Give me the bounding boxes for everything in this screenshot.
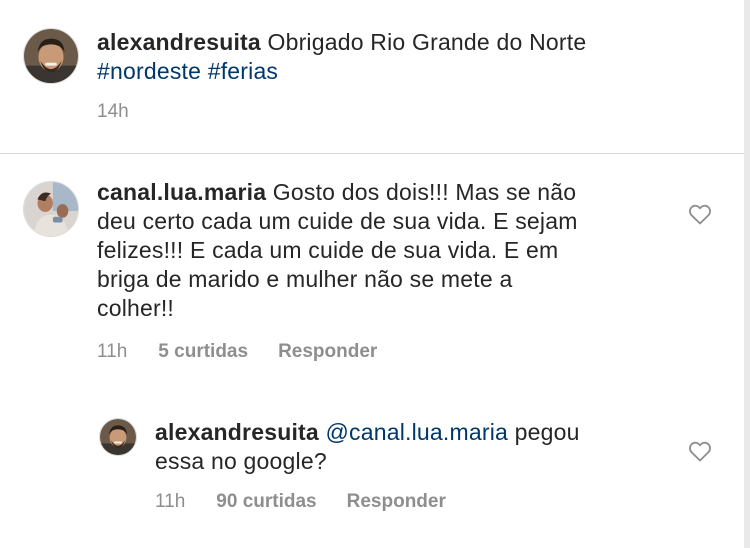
caption-author-avatar[interactable] bbox=[23, 28, 79, 84]
comment-reply-button[interactable]: Responder bbox=[278, 341, 377, 363]
caption-timestamp: 14h bbox=[97, 101, 129, 122]
reply-line-1: pegou bbox=[514, 419, 580, 445]
hashtag-nordeste[interactable]: #nordeste bbox=[97, 58, 201, 84]
reply-like-button[interactable] bbox=[688, 440, 712, 462]
comment-like-button[interactable] bbox=[688, 203, 712, 225]
caption-username[interactable]: alexandresuita bbox=[97, 29, 261, 55]
comment-meta: 11h 5 curtidas Responder bbox=[97, 341, 377, 363]
caption-meta: 14h bbox=[97, 101, 129, 123]
reply-likes-count[interactable]: 90 curtidas bbox=[216, 491, 316, 513]
scrollbar-track[interactable] bbox=[744, 0, 750, 548]
reply-reply-button[interactable]: Responder bbox=[347, 491, 446, 513]
caption-divider bbox=[0, 153, 750, 154]
heart-outline-icon bbox=[689, 204, 711, 225]
comment-line-4: briga de marido e mulher não se mete a bbox=[97, 266, 513, 292]
commenter-avatar[interactable] bbox=[23, 181, 79, 237]
reply-text: alexandresuita @canal.lua.maria pegou es… bbox=[155, 418, 675, 476]
reply-username[interactable]: alexandresuita bbox=[155, 419, 319, 445]
heart-outline-icon bbox=[689, 441, 711, 462]
caption-text: alexandresuita Obrigado Rio Grande do No… bbox=[97, 28, 697, 86]
comment-timestamp: 11h bbox=[97, 341, 128, 362]
reply-line-2: essa no google? bbox=[155, 448, 327, 474]
caption-body: Obrigado Rio Grande do Norte bbox=[267, 29, 587, 55]
comment-likes-count[interactable]: 5 curtidas bbox=[158, 341, 248, 363]
hashtag-ferias[interactable]: #ferias bbox=[208, 58, 278, 84]
comment-line-5: colher!! bbox=[97, 295, 175, 321]
commenter-username[interactable]: canal.lua.maria bbox=[97, 179, 266, 205]
reply-meta: 11h 90 curtidas Responder bbox=[155, 491, 446, 513]
comment-text: canal.lua.maria Gosto dos dois!!! Mas se… bbox=[97, 178, 687, 323]
reply-author-avatar[interactable] bbox=[99, 418, 137, 456]
comment-line-3: felizes!!! E cada um cuide de sua vida. … bbox=[97, 237, 559, 263]
comment-line-1: Gosto dos dois!!! Mas se não bbox=[272, 179, 577, 205]
reply-mention[interactable]: @canal.lua.maria bbox=[325, 419, 508, 445]
comment-line-2: deu certo cada um cuide de sua vida. E s… bbox=[97, 208, 578, 234]
reply-timestamp: 11h bbox=[155, 491, 186, 512]
